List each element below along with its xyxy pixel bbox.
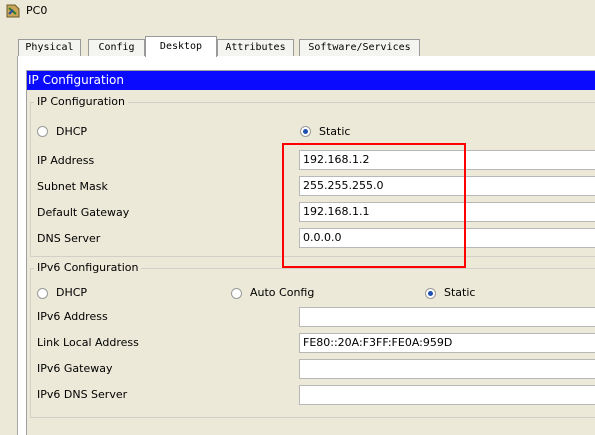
window-title: PC0 (26, 4, 48, 17)
pc-app-icon (6, 4, 20, 18)
ipv6-dhcp-label[interactable]: DHCP (56, 286, 87, 299)
ipv6-auto-config-label[interactable]: Auto Config (250, 286, 314, 299)
ipv4-static-label[interactable]: Static (319, 125, 350, 138)
ipv6-static-radio[interactable] (425, 288, 436, 299)
ipv6-static-label[interactable]: Static (444, 286, 475, 299)
title-bar: PC0 (0, 0, 595, 22)
ipv6-address-label: IPv6 Address (37, 310, 108, 323)
subnet-mask-label: Subnet Mask (37, 180, 108, 193)
default-gateway-label: Default Gateway (37, 206, 130, 219)
ipv4-dhcp-label[interactable]: DHCP (56, 125, 87, 138)
ipv6-dns-server-field[interactable] (299, 385, 595, 405)
tab-physical[interactable]: Physical (18, 39, 81, 56)
ipv6-address-field[interactable] (299, 307, 595, 327)
tab-attributes[interactable]: Attributes (217, 39, 294, 56)
ip-address-label: IP Address (37, 154, 95, 167)
ipv6-dns-server-label: IPv6 DNS Server (37, 388, 128, 401)
red-highlight-box (282, 143, 466, 268)
ipv6-group-title: IPv6 Configuration (34, 261, 142, 274)
tab-desktop[interactable]: Desktop (145, 36, 217, 57)
ipv6-dhcp-radio[interactable] (37, 288, 48, 299)
link-local-address-field[interactable]: FE80::20A:F3FF:FE0A:959D (299, 333, 595, 353)
ipv4-static-radio[interactable] (300, 126, 311, 137)
tab-software-services[interactable]: Software/Services (299, 39, 420, 56)
dns-server-label: DNS Server (37, 232, 101, 245)
ipv4-group-title: IP Configuration (34, 95, 128, 108)
ipv6-gateway-label: IPv6 Gateway (37, 362, 113, 375)
link-local-address-label: Link Local Address (37, 336, 139, 349)
tab-config[interactable]: Config (88, 39, 145, 56)
ipv6-gateway-field[interactable] (299, 359, 595, 379)
ipv4-dhcp-radio[interactable] (37, 126, 48, 137)
ip-config-header: IP Configuration (27, 71, 595, 90)
ipv6-auto-config-radio[interactable] (231, 288, 242, 299)
